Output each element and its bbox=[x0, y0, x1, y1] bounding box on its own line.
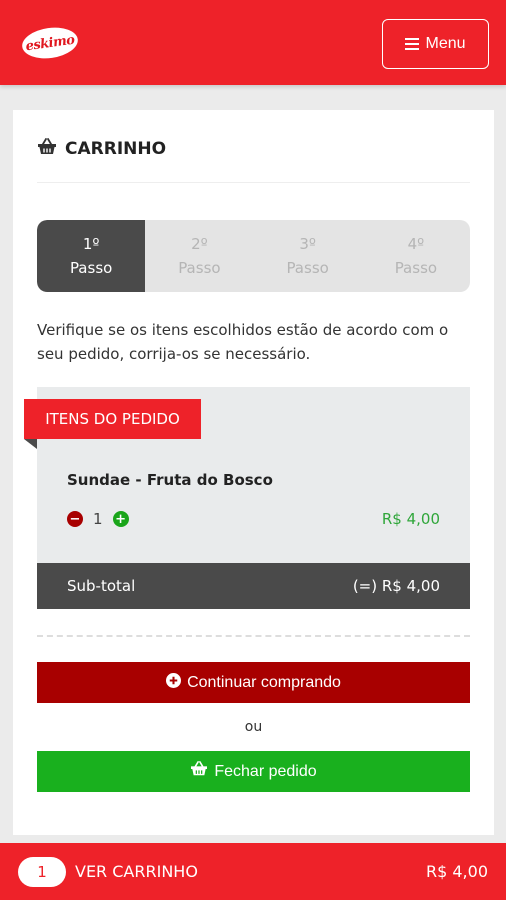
step-1[interactable]: 1º Passo bbox=[37, 220, 146, 292]
basket-icon bbox=[37, 138, 57, 160]
item-price: R$ 4,00 bbox=[381, 510, 440, 528]
cart-header: CARRINHO bbox=[37, 138, 166, 160]
minus-circle-icon[interactable]: − bbox=[67, 511, 83, 527]
step-label: Passo bbox=[286, 259, 329, 277]
step-label: Passo bbox=[394, 259, 438, 277]
basket-icon bbox=[190, 761, 208, 782]
cart-count-badge: 1 bbox=[18, 856, 66, 887]
order-items-ribbon: ITENS DO PEDIDO bbox=[24, 399, 201, 439]
dashed-divider bbox=[37, 635, 470, 637]
plus-circle-icon bbox=[166, 672, 182, 693]
checkout-steps: 1º Passo 2º Passo 3º Passo 4º Passo bbox=[37, 220, 470, 292]
step-3[interactable]: 3º Passo bbox=[254, 220, 362, 292]
menu-button[interactable]: Menu bbox=[382, 19, 489, 69]
quantity-stepper: − 1 + bbox=[67, 510, 129, 528]
instructions-text: Verifique se os itens escolhidos estão d… bbox=[37, 321, 449, 363]
continue-shopping-label: Continuar comprando bbox=[187, 673, 341, 691]
eskimo-logo[interactable]: eskimo bbox=[20, 24, 80, 62]
menu-label: Menu bbox=[425, 35, 466, 52]
item-name: Sundae - Fruta do Bosco bbox=[67, 471, 273, 489]
subtotal-label: Sub-total bbox=[67, 577, 136, 595]
checkout-label: Fechar pedido bbox=[214, 762, 317, 780]
subtotal-value: (=) R$ 4,00 bbox=[352, 577, 440, 595]
step-2[interactable]: 2º Passo bbox=[145, 220, 253, 292]
hamburger-icon bbox=[405, 38, 420, 50]
top-bar: eskimo Menu bbox=[0, 0, 506, 85]
step-number: 2º bbox=[191, 235, 208, 253]
step-4[interactable]: 4º Passo bbox=[362, 220, 470, 292]
order-items-label: ITENS DO PEDIDO bbox=[45, 410, 180, 428]
plus-circle-icon[interactable]: + bbox=[112, 511, 129, 527]
step-number: 1º bbox=[82, 235, 100, 253]
or-separator: ou bbox=[244, 719, 263, 735]
item-quantity: 1 bbox=[93, 510, 103, 528]
checkout-button[interactable]: Fechar pedido bbox=[37, 751, 470, 792]
bottom-cart-bar[interactable]: 1 VER CARRINHO R$ 4,00 bbox=[0, 843, 506, 900]
cart-total: R$ 4,00 bbox=[425, 862, 488, 881]
step-number: 4º bbox=[407, 235, 425, 253]
logo-text: eskimo bbox=[24, 32, 76, 54]
cart-title: CARRINHO bbox=[65, 139, 167, 159]
cart-card: CARRINHO 1º Passo 2º Passo 3º Passo 4º P… bbox=[13, 110, 494, 835]
step-label: Passo bbox=[69, 259, 113, 277]
view-cart-label[interactable]: VER CARRINHO bbox=[75, 862, 198, 881]
continue-shopping-button[interactable]: Continuar comprando bbox=[37, 662, 470, 703]
ribbon-fold bbox=[24, 439, 37, 449]
header-divider bbox=[37, 182, 470, 183]
subtotal-row: Sub-total (=) R$ 4,00 bbox=[37, 563, 470, 609]
order-items-panel: ITENS DO PEDIDO Sundae - Fruta do Bosco … bbox=[24, 387, 470, 563]
step-number: 3º bbox=[299, 235, 316, 253]
step-label: Passo bbox=[178, 259, 221, 277]
